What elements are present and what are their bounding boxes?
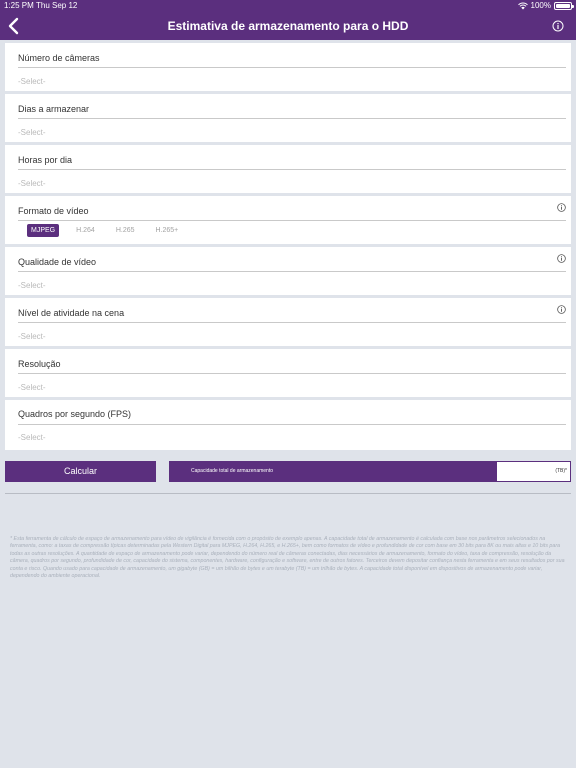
battery-percent: 100% [530, 1, 551, 10]
field-divider [18, 118, 566, 119]
field-divider [18, 322, 566, 323]
video-format-options: MJPEG H.264 H.265 H.265+ [27, 224, 195, 237]
field-label: Dias a armazenar [18, 104, 90, 114]
format-option-mjpeg[interactable]: MJPEG [27, 224, 60, 237]
field-label: Número de câmeras [18, 53, 100, 63]
field-divider [18, 373, 566, 374]
nav-bar: Estimativa de armazenamento para o HDD [0, 12, 576, 40]
field-label: Horas por dia [18, 155, 73, 165]
field-camera-count[interactable]: Número de câmeras -Select- [5, 43, 571, 91]
battery-icon [554, 2, 574, 10]
field-video-format: Formato de vídeo MJPEG H.264 H.265 H.265… [5, 196, 571, 244]
fps-select[interactable]: -Select- [18, 433, 46, 442]
field-scene-activity[interactable]: Nível de atividade na cena -Select- [5, 298, 571, 346]
section-divider [5, 493, 571, 494]
status-right: 100% [517, 0, 574, 12]
format-option-h264[interactable]: H.264 [72, 224, 99, 237]
camera-count-select[interactable]: -Select- [18, 77, 46, 86]
info-icon[interactable] [557, 203, 566, 212]
field-divider [18, 271, 566, 272]
field-fps[interactable]: Quadros por segundo (FPS) -Select- [5, 400, 571, 450]
capacity-label: Capacidade total de armazenamento [191, 468, 273, 474]
format-option-h265[interactable]: H.265 [112, 224, 139, 237]
field-resolution[interactable]: Resolução -Select- [5, 349, 571, 397]
status-bar: 1:25 PM Thu Sep 12 100% [0, 0, 576, 12]
field-label: Qualidade de vídeo [18, 257, 97, 267]
field-label: Formato de vídeo [18, 206, 89, 216]
field-divider [18, 67, 566, 68]
field-label: Resolução [18, 359, 61, 369]
field-days-to-store[interactable]: Dias a armazenar -Select- [5, 94, 571, 142]
info-icon[interactable] [552, 20, 564, 32]
page-title: Estimativa de armazenamento para o HDD [167, 19, 409, 33]
field-label: Quadros por segundo (FPS) [18, 409, 132, 419]
info-icon[interactable] [557, 254, 566, 263]
field-hours-per-day[interactable]: Horas por dia -Select- [5, 145, 571, 193]
capacity-unit: (TB)* [555, 468, 567, 474]
capacity-value-box: (TB)* [497, 462, 570, 481]
field-divider [18, 424, 566, 425]
activity-select[interactable]: -Select- [18, 332, 46, 341]
field-label: Nível de atividade na cena [18, 308, 125, 318]
info-icon[interactable] [557, 305, 566, 314]
hours-select[interactable]: -Select- [18, 179, 46, 188]
status-date: Thu Sep 12 [36, 1, 78, 10]
calculate-button[interactable]: Calcular [5, 461, 156, 482]
storage-capacity-result: Capacidade total de armazenamento (TB)* [169, 461, 571, 482]
field-divider [18, 220, 566, 221]
format-option-h265-plus[interactable]: H.265+ [152, 224, 183, 237]
resolution-select[interactable]: -Select- [18, 383, 46, 392]
status-time: 1:25 PM [4, 1, 34, 10]
disclaimer-text: * Esta ferramenta de cálculo de espaço d… [10, 536, 565, 580]
quality-select[interactable]: -Select- [18, 281, 46, 290]
field-divider [18, 169, 566, 170]
wifi-icon [517, 2, 528, 10]
field-video-quality[interactable]: Qualidade de vídeo -Select- [5, 247, 571, 295]
days-select[interactable]: -Select- [18, 128, 46, 137]
